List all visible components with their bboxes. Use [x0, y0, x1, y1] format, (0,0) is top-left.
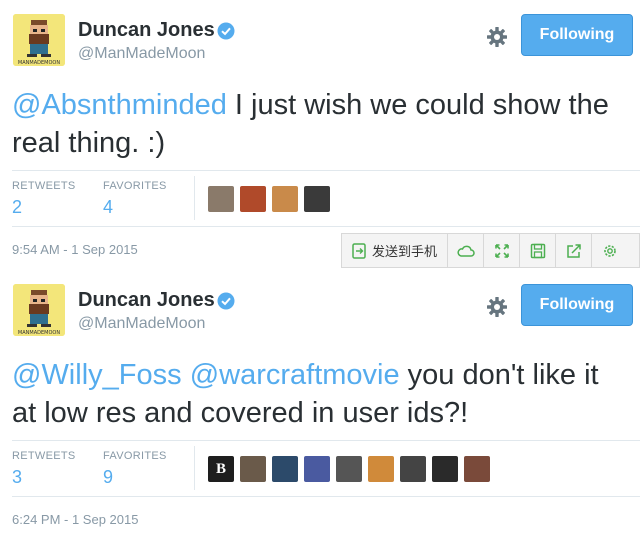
favoriter-avatar[interactable] — [240, 186, 266, 212]
gear-icon[interactable] — [486, 26, 508, 48]
save-button[interactable] — [520, 234, 557, 267]
avatar[interactable]: MANMADEMOON — [13, 284, 65, 336]
favoriter-avatar-letter: B — [215, 460, 226, 477]
avatar-caption: MANMADEMOON — [18, 330, 60, 336]
tweet-text: @Willy_Foss @warcraftmovie you don't lik… — [12, 356, 627, 432]
favoriter-avatar[interactable] — [240, 456, 266, 482]
favorites-count[interactable]: 9 — [103, 467, 113, 488]
favoriter-avatar[interactable] — [304, 456, 330, 482]
following-button[interactable]: Following — [521, 284, 633, 326]
divider — [12, 170, 640, 171]
browser-share-toolbar: 发送到手机 — [341, 233, 640, 268]
divider — [194, 446, 195, 490]
verified-badge-icon — [217, 22, 235, 40]
favoriter-avatar[interactable]: B — [208, 456, 234, 482]
favoriter-avatars: B — [208, 456, 496, 482]
favoriter-avatar[interactable] — [464, 456, 490, 482]
verified-badge-icon — [217, 292, 235, 310]
retweets-count[interactable]: 2 — [12, 197, 22, 218]
favoriter-avatar[interactable] — [304, 186, 330, 212]
author-name[interactable]: Duncan Jones — [78, 19, 215, 42]
favoriter-avatar[interactable] — [272, 456, 298, 482]
cloud-icon — [456, 245, 475, 257]
mention-link[interactable]: @Absnthminded — [12, 89, 227, 121]
send-to-phone-button[interactable]: 发送到手机 — [342, 234, 449, 267]
favorites-label: FAVORITES — [103, 180, 167, 192]
retweets-label: RETWEETS — [12, 450, 76, 462]
expand-icon — [494, 243, 509, 258]
timestamp[interactable]: 6:24 PM - 1 Sep 2015 — [12, 512, 138, 527]
following-button[interactable]: Following — [521, 14, 633, 56]
avatar[interactable]: MANMADEMOON — [13, 14, 65, 66]
fullscreen-button[interactable] — [484, 234, 521, 267]
share-button[interactable] — [556, 234, 593, 267]
phone-icon — [352, 242, 366, 259]
favoriter-avatar[interactable] — [368, 456, 394, 482]
share-icon — [566, 243, 581, 258]
favoriter-avatar[interactable] — [336, 456, 362, 482]
favoriter-avatar[interactable] — [400, 456, 426, 482]
author-handle[interactable]: @ManMadeMoon — [78, 45, 205, 63]
avatar-caption: MANMADEMOON — [18, 60, 60, 66]
divider — [12, 440, 640, 441]
gear-icon[interactable] — [486, 296, 508, 318]
cloud-button[interactable] — [448, 234, 485, 267]
favorites-count[interactable]: 4 — [103, 197, 113, 218]
favorites-label: FAVORITES — [103, 450, 167, 462]
divider — [194, 176, 195, 220]
mention-link[interactable]: @warcraftmovie — [190, 359, 400, 391]
tweet-card: MANMADEMOON Duncan Jones @ManMadeMoon Fo… — [0, 0, 640, 270]
settings-button[interactable] — [592, 234, 628, 267]
divider — [12, 496, 640, 497]
favoriter-avatars — [208, 186, 336, 212]
retweets-label: RETWEETS — [12, 180, 76, 192]
favoriter-avatar[interactable] — [432, 456, 458, 482]
author-name[interactable]: Duncan Jones — [78, 289, 215, 312]
tweet-card: MANMADEMOON Duncan Jones @ManMadeMoon Fo… — [0, 270, 640, 540]
save-icon — [530, 243, 545, 258]
tweet-text: @Absnthminded I just wish we could show … — [12, 86, 627, 162]
divider — [12, 226, 640, 227]
timestamp[interactable]: 9:54 AM - 1 Sep 2015 — [12, 242, 138, 257]
send-to-phone-label: 发送到手机 — [372, 244, 438, 259]
mention-link[interactable]: @Willy_Foss — [12, 359, 182, 391]
favoriter-avatar[interactable] — [272, 186, 298, 212]
retweets-count[interactable]: 3 — [12, 467, 22, 488]
author-handle[interactable]: @ManMadeMoon — [78, 315, 205, 333]
favoriter-avatar[interactable] — [208, 186, 234, 212]
settings-icon — [604, 244, 616, 257]
